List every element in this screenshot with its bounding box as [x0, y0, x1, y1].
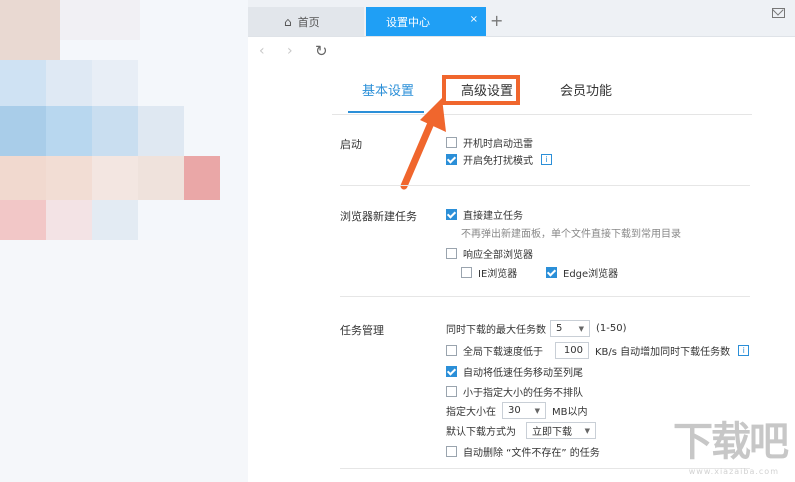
speed-threshold-row: 全局下载速度低于 100 KB/s 自动增加同时下载任务数 i [446, 342, 750, 359]
subtab-member[interactable]: 会员功能 [560, 80, 612, 99]
checkbox-ie-browser[interactable] [461, 267, 472, 278]
section-tasks-label: 任务管理 [340, 324, 384, 337]
option-label: 响应全部浏览器 [463, 250, 533, 261]
nav-bar: ‹ › ↻ [248, 37, 795, 67]
speed-suffix: KB/s 自动增加同时下载任务数 [595, 347, 731, 358]
max-tasks-row: 同时下载的最大任务数 5 ▼ (1-50) [446, 320, 627, 337]
pointer-arrow-icon [400, 98, 446, 190]
info-icon[interactable]: i [738, 345, 750, 356]
info-icon[interactable]: i [541, 154, 552, 165]
close-icon[interactable]: × [470, 14, 478, 25]
tab-bar: ⌂ 首页 设置中心 × + [248, 0, 795, 37]
option-small-no-queue[interactable]: 小于指定大小的任务不排队 [446, 384, 583, 399]
checkbox-launch-on-boot[interactable] [446, 137, 457, 148]
option-label: 自动将低速任务移动至列尾 [463, 368, 583, 379]
size-limit-row: 指定大小在 30 ▼ MB以内 [446, 402, 588, 419]
speed-prefix: 全局下载速度低于 [463, 347, 543, 358]
checkbox-auto-delete-missing[interactable] [446, 446, 457, 457]
checkbox-small-no-queue[interactable] [446, 386, 457, 397]
option-edge-browser[interactable]: Edge浏览器 [546, 265, 618, 280]
divider [340, 185, 750, 186]
option-label: 直接建立任务 [463, 211, 523, 222]
checkbox-speed-threshold[interactable] [446, 345, 457, 356]
option-ie-browser[interactable]: IE浏览器 [461, 265, 517, 280]
option-label: 开启免打扰模式 [463, 156, 533, 167]
highlight-box [442, 75, 520, 105]
option-do-not-disturb[interactable]: 开启免打扰模式 i [446, 152, 552, 167]
chevron-down-icon: ▼ [584, 426, 590, 435]
option-move-slow-tasks[interactable]: 自动将低速任务移动至列尾 [446, 364, 583, 379]
mail-icon[interactable] [772, 8, 785, 18]
subtab-basic[interactable]: 基本设置 [362, 80, 414, 99]
tab-home[interactable]: ⌂ 首页 [248, 7, 364, 36]
option-label: Edge浏览器 [563, 269, 619, 280]
checkbox-edge-browser[interactable] [546, 267, 557, 278]
option-all-browsers[interactable]: 响应全部浏览器 [446, 246, 533, 261]
max-tasks-range: (1-50) [596, 323, 627, 334]
checkbox-direct-task[interactable] [446, 209, 457, 220]
option-label: 小于指定大小的任务不排队 [463, 388, 583, 399]
back-button[interactable]: ‹ [259, 43, 265, 59]
download-mode-row: 默认下载方式为 立即下载 ▼ [446, 422, 602, 439]
size-select[interactable]: 30 ▼ [502, 402, 546, 419]
forward-button[interactable]: › [287, 43, 293, 59]
option-launch-on-boot[interactable]: 开机时启动迅雷 [446, 135, 533, 150]
checkbox-all-browsers[interactable] [446, 248, 457, 259]
download-mode-select[interactable]: 立即下载 ▼ [526, 422, 596, 439]
option-direct-task[interactable]: 直接建立任务 [446, 207, 523, 222]
watermark-text: 下载吧 [673, 419, 789, 465]
speed-input[interactable]: 100 [555, 342, 589, 359]
chevron-down-icon: ▼ [534, 406, 540, 415]
max-tasks-label: 同时下载的最大任务数 [446, 325, 546, 336]
watermark-logo: 下载吧 www.xiazaiba.com [647, 418, 789, 476]
checkbox-do-not-disturb[interactable] [446, 154, 457, 165]
option-label: IE浏览器 [478, 269, 518, 280]
max-tasks-select[interactable]: 5 ▼ [550, 320, 590, 337]
option-auto-delete-missing[interactable]: 自动删除 “文件不存在” 的任务 [446, 444, 600, 459]
download-mode-label: 默认下载方式为 [446, 427, 516, 438]
tab-settings[interactable]: 设置中心 × [366, 7, 486, 36]
blurred-background [0, 0, 248, 482]
option-label: 自动删除 “文件不存在” 的任务 [463, 448, 600, 459]
max-tasks-value: 5 [556, 323, 563, 334]
home-icon: ⌂ [284, 14, 292, 29]
reload-icon[interactable]: ↻ [315, 42, 328, 60]
download-mode-value: 立即下载 [532, 427, 572, 438]
tab-settings-label: 设置中心 [386, 15, 430, 29]
checkbox-move-slow-tasks[interactable] [446, 366, 457, 377]
option-label: 开机时启动迅雷 [463, 139, 533, 150]
add-tab-button[interactable]: + [490, 11, 503, 30]
divider [340, 296, 750, 297]
size-suffix: MB以内 [552, 407, 588, 418]
chevron-down-icon: ▼ [578, 324, 584, 333]
section-startup-label: 启动 [340, 138, 362, 151]
watermark-url: www.xiazaiba.com [688, 467, 779, 476]
section-browser-label: 浏览器新建任务 [340, 210, 417, 223]
settings-subtabs: 基本设置 高级设置 会员功能 [332, 80, 752, 115]
direct-task-hint: 不再弹出新建面板，单个文件直接下载到常用目录 [461, 229, 681, 240]
tab-home-label: 首页 [297, 15, 320, 29]
settings-window: ⌂ 首页 设置中心 × + ‹ › ↻ 基本设置 高级设置 会员功能 启动 开机… [248, 0, 795, 482]
size-value: 30 [508, 405, 521, 416]
size-prefix: 指定大小在 [446, 407, 496, 418]
